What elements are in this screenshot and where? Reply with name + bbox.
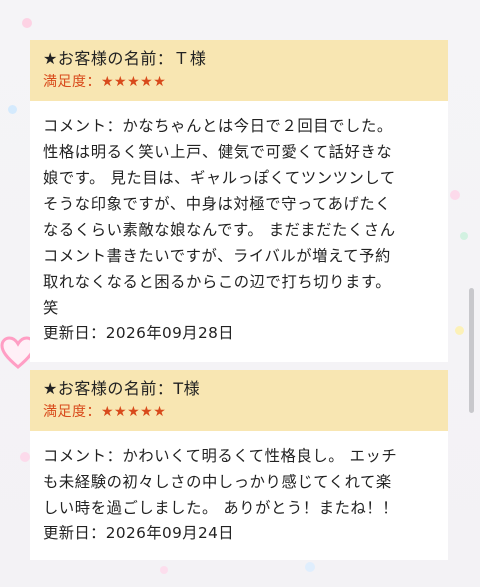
scrollbar[interactable] <box>469 0 478 587</box>
comment-line: コメント：かなちゃんとは今日で２回目でした。 <box>43 117 393 135</box>
comment-line: 取れなくなると困るからこの辺で打ち切ります。 <box>43 273 392 291</box>
satisfaction-label: 満足度： <box>43 74 101 90</box>
review-comment: コメント：かわいくて明るくて性格良し。 エッチ も未経験の初々しさの中しっかり感… <box>30 431 448 545</box>
comment-line: 笑 <box>43 299 59 317</box>
scrollbar-thumb[interactable] <box>469 288 474 413</box>
satisfaction-rating: 満足度：★★★★★ <box>43 71 435 93</box>
review-comment: コメント：かなちゃんとは今日で２回目でした。 性格は明るく笑い上戸、健気で可愛く… <box>30 101 448 345</box>
satisfaction-rating: 満足度：★★★★★ <box>43 401 435 423</box>
comment-line: しい時を過ごしました。 ありがとう！またね！！ <box>43 499 399 517</box>
review-header: ★お客様の名前：T様 満足度：★★★★★ <box>30 370 448 431</box>
comment-line: コメント：かわいくて明るくて性格良し。 エッチ <box>43 447 398 465</box>
star-rating: ★★★★★ <box>101 404 167 420</box>
review-card: ★お客様の名前：T様 満足度：★★★★★ コメント：かわいくて明るくて性格良し。… <box>30 370 448 560</box>
review-card: ★お客様の名前：Ｔ様 満足度：★★★★★ コメント：かなちゃんとは今日で２回目で… <box>30 40 448 362</box>
star-rating: ★★★★★ <box>101 74 167 90</box>
review-header: ★お客様の名前：Ｔ様 満足度：★★★★★ <box>30 40 448 101</box>
satisfaction-label: 満足度： <box>43 404 101 420</box>
comment-line: 娘です。 見た目は、ギャルっぽくてツンツンして <box>43 169 396 187</box>
comment-line: も未経験の初々しさの中しっかり感じてくれて楽 <box>43 473 392 491</box>
review-page: ★お客様の名前：Ｔ様 満足度：★★★★★ コメント：かなちゃんとは今日で２回目で… <box>0 0 480 587</box>
comment-line: コメント書きたいですが、ライバルが増えて予約 <box>43 247 391 265</box>
comment-line: なるくらい素敵な娘なんです。 まだまだたくさん <box>43 221 396 239</box>
updated-date: 更新日：2026年09月28日 <box>43 324 234 342</box>
comment-line: そうな印象ですが、中身は対極で守ってあげたく <box>43 195 392 213</box>
updated-date: 更新日：2026年09月24日 <box>43 524 234 542</box>
customer-name: ★お客様の名前：T様 <box>43 379 201 398</box>
customer-name: ★お客様の名前：Ｔ様 <box>43 49 207 68</box>
comment-line: 性格は明るく笑い上戸、健気で可愛くて話好きな <box>43 143 393 161</box>
